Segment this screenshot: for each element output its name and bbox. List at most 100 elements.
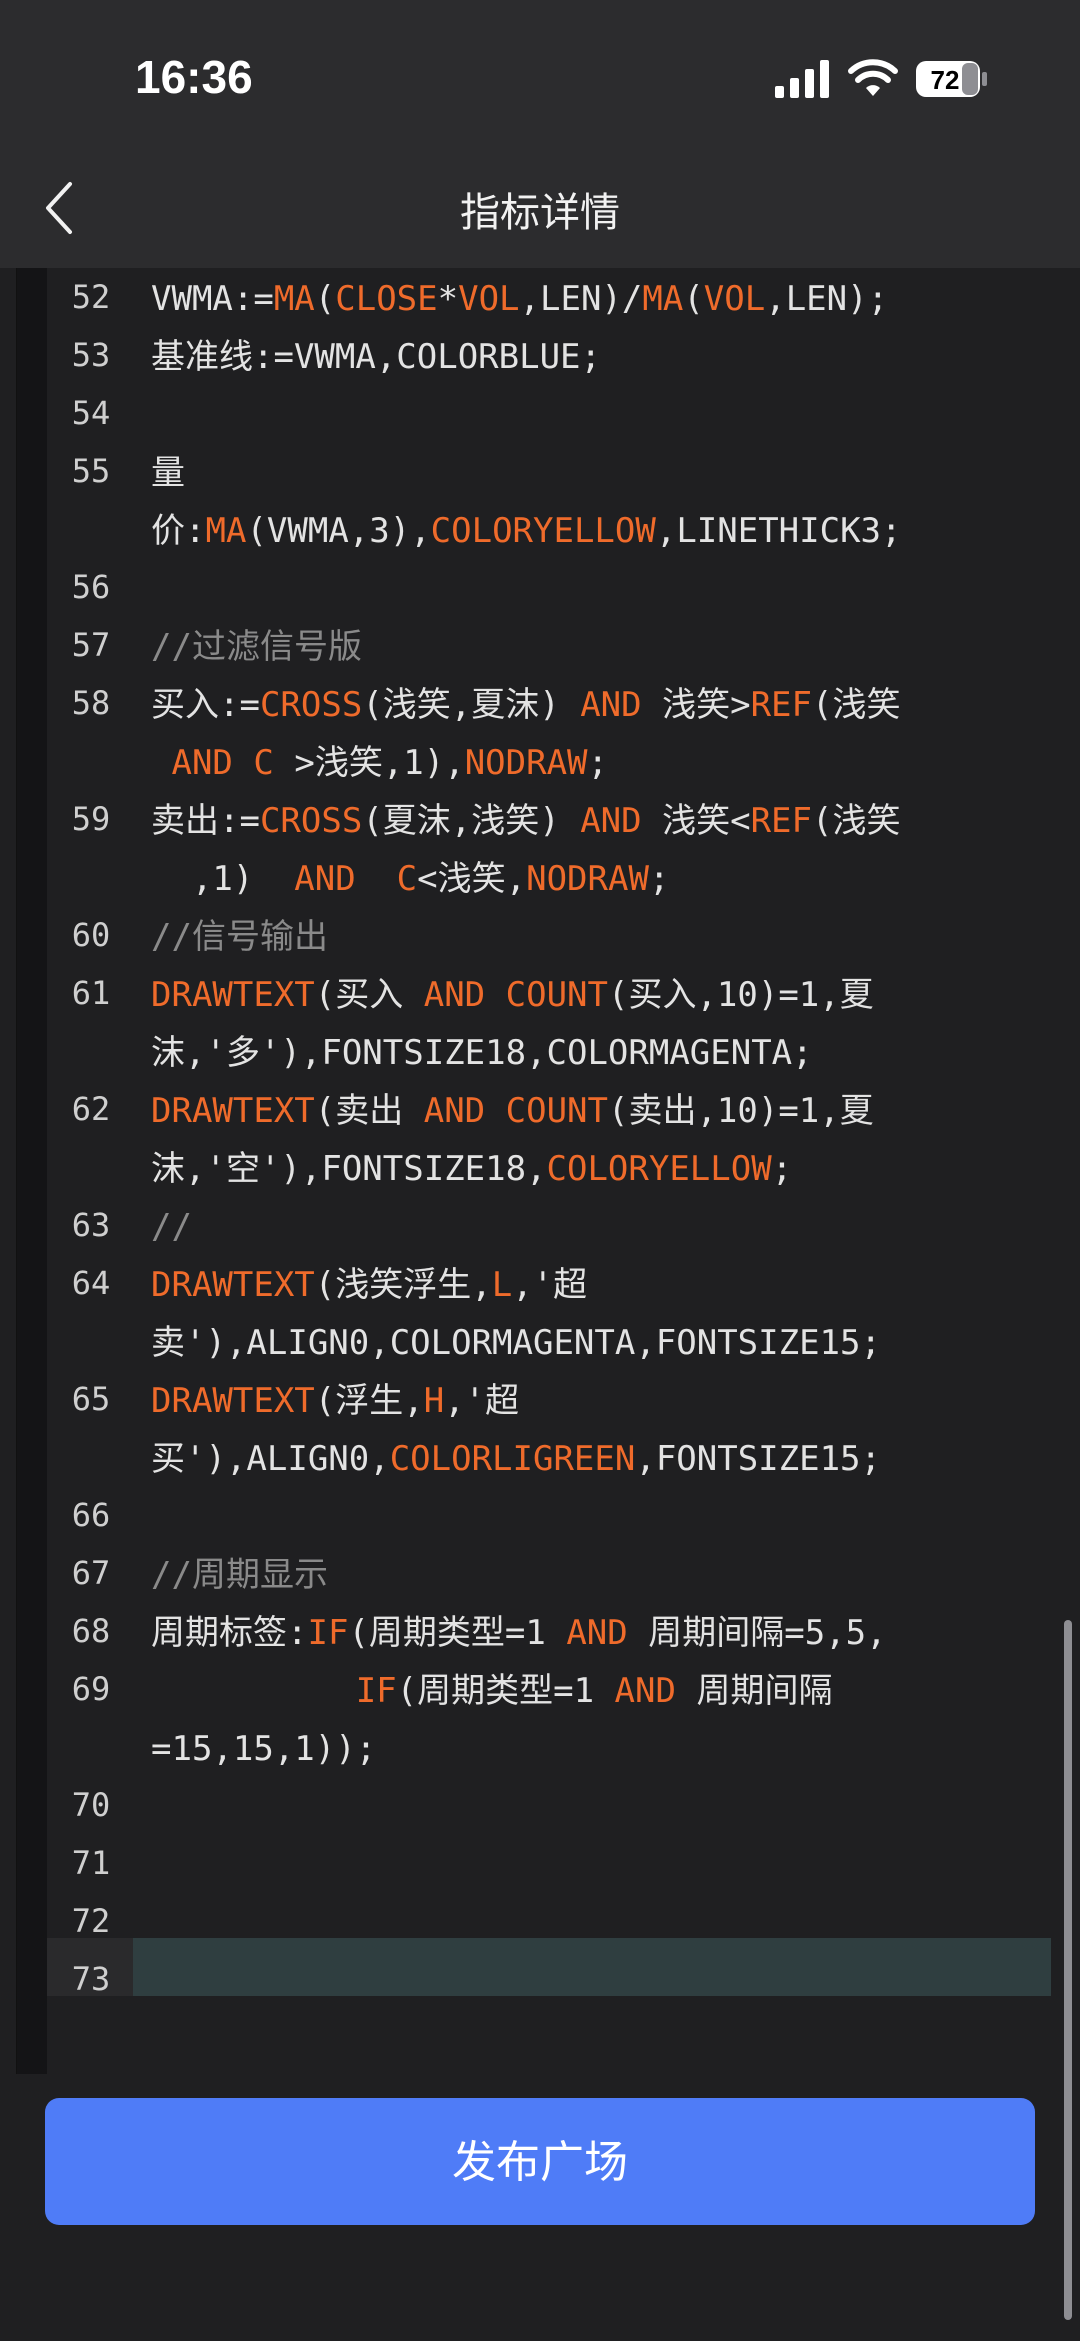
code-token: (周期类型=1	[396, 1671, 615, 1711]
code-token: ,'超	[512, 1265, 588, 1305]
code-text: //信号输出	[151, 908, 1031, 966]
code-line: 67 //周期显示	[17, 1546, 1057, 1604]
code-token: (浅笑浮生,	[314, 1265, 492, 1305]
line-number: 62	[71, 1090, 111, 1128]
status-bar: 16:36 72	[0, 0, 1080, 160]
code-token: ,LEN);	[765, 279, 889, 319]
code-text: //周期显示	[151, 1546, 1031, 1604]
code-token: (夏沫,浅笑)	[362, 801, 581, 841]
code-text: //	[151, 1198, 1031, 1256]
code-token: =15,15,1));	[151, 1729, 377, 1769]
code-line: 63 //	[17, 1198, 1057, 1256]
line-number: 70	[71, 1786, 111, 1824]
code-token: (卖出,10)=1,夏	[607, 1091, 874, 1131]
publish-plaza-button[interactable]: 发布广场	[45, 2098, 1035, 2225]
code-keyword: H	[423, 1381, 445, 1421]
code-line: 73	[17, 1952, 1057, 2010]
code-keyword: COUNT	[505, 975, 608, 1015]
code-token: 浅笑<	[641, 801, 751, 841]
wifi-icon	[848, 59, 898, 96]
cellular-signal-icon	[775, 60, 829, 98]
code-token: 沫,'多'),FONTSIZE18,COLORMAGENTA;	[151, 1033, 813, 1073]
code-line: 72	[17, 1894, 1057, 1952]
code-token: 价:	[151, 511, 206, 551]
code-line: 60 //信号输出	[17, 908, 1057, 966]
line-number: 58	[71, 684, 111, 722]
code-text: AND C >浅笑,1),NODRAW;	[151, 734, 1031, 792]
code-token: (买入	[314, 975, 424, 1015]
code-line: 66	[17, 1488, 1057, 1546]
line-number: 61	[71, 974, 111, 1012]
code-token: 量	[151, 453, 185, 493]
line-number: 56	[71, 568, 111, 606]
code-text: 周期标签:IF(周期类型=1 AND 周期间隔=5,5,	[151, 1604, 1031, 1662]
code-text: 沫,'多'),FONTSIZE18,COLORMAGENTA;	[151, 1024, 1031, 1082]
line-number: 71	[71, 1844, 111, 1882]
code-line: 64 DRAWTEXT(浅笑浮生,L,'超 卖'),ALIGN0,COLORMAGE…	[17, 1256, 1057, 1372]
code-token: VWMA:=	[151, 279, 274, 319]
code-line: 54	[17, 386, 1057, 444]
code-token: 沫,'空'),FONTSIZE18,	[151, 1149, 547, 1189]
code-keyword: AND	[423, 975, 486, 1015]
code-text: 基准线:=VWMA,COLORBLUE;	[151, 328, 1031, 386]
code-keyword: CROSS	[259, 685, 363, 725]
code-token: 买'),ALIGN0,	[151, 1439, 390, 1479]
code-token: 浅笑>	[641, 685, 751, 725]
code-token: ,LEN)/	[519, 279, 643, 319]
code-keyword: MA	[642, 279, 684, 319]
line-number: 52	[71, 278, 111, 316]
line-number: 60	[71, 916, 111, 954]
code-line: 58 买入:=CROSS(浅笑,夏沫) AND 浅笑>REF(浅笑 AND C >…	[17, 676, 1057, 792]
code-line: 71	[17, 1836, 1057, 1894]
code-line: 69 IF(周期类型=1 AND 周期间隔 =15,15,1));	[17, 1662, 1057, 1778]
code-token: >浅笑,1),	[273, 743, 465, 783]
code-keyword: IF	[307, 1613, 349, 1653]
line-number: 64	[71, 1264, 111, 1302]
code-line: 53 基准线:=VWMA,COLORBLUE;	[17, 328, 1057, 386]
code-token: ,1)	[151, 859, 295, 899]
line-number: 72	[71, 1902, 111, 1940]
code-keyword: REF	[750, 801, 812, 841]
code-text: VWMA:=MA(CLOSE*VOL,LEN)/MA(VOL,LEN);	[151, 270, 1031, 328]
line-number: 57	[71, 626, 111, 664]
code-line: 59 卖出:=CROSS(夏沫,浅笑) AND 浅笑<REF(浅笑 ,1) AND…	[17, 792, 1057, 908]
code-line: 68 周期标签:IF(周期类型=1 AND 周期间隔=5,5,	[17, 1604, 1057, 1662]
code-text: DRAWTEXT(浮生,H,'超	[151, 1372, 1031, 1430]
code-line: 52 VWMA:=MA(CLOSE*VOL,LEN)/MA(VOL,LEN);	[17, 270, 1057, 328]
code-keyword: DRAWTEXT	[151, 1091, 315, 1131]
code-keyword: COLORYELLOW	[546, 1149, 772, 1189]
code-line: 61 DRAWTEXT(买入 AND COUNT(买入,10)=1,夏 沫,'多')…	[17, 966, 1057, 1082]
code-token: (	[683, 279, 704, 319]
code-keyword: MA	[273, 279, 315, 319]
code-keyword: CROSS	[259, 801, 363, 841]
code-line: 57 //过滤信号版	[17, 618, 1057, 676]
code-text: 量	[151, 444, 1031, 502]
code-keyword: NODRAW	[526, 859, 649, 899]
code-keyword: REF	[750, 685, 812, 725]
code-text: 沫,'空'),FONTSIZE18,COLORYELLOW;	[151, 1140, 1031, 1198]
code-comment: //	[151, 1207, 192, 1247]
line-number: 63	[71, 1206, 111, 1244]
code-line: 56	[17, 560, 1057, 618]
code-token: (卖出	[314, 1091, 424, 1131]
code-text: DRAWTEXT(买入 AND COUNT(买入,10)=1,夏	[151, 966, 1031, 1024]
code-keyword: COLORYELLOW	[430, 511, 656, 551]
code-token: (VWMA,3),	[246, 511, 431, 551]
line-number: 54	[71, 394, 111, 432]
code-token: (浅笑	[812, 801, 901, 841]
code-editor[interactable]: 52 VWMA:=MA(CLOSE*VOL,LEN)/MA(VOL,LEN); 53…	[16, 268, 1064, 2074]
code-token: (浅笑,夏沫)	[362, 685, 581, 725]
code-token: ,'超	[444, 1381, 520, 1421]
code-keyword: AND	[580, 685, 642, 725]
code-token: (浮生,	[314, 1381, 424, 1421]
battery-level: 72	[931, 65, 960, 95]
line-number: 59	[71, 800, 111, 838]
code-line: 65 DRAWTEXT(浮生,H,'超 买'),ALIGN0,COLORLIGREE…	[17, 1372, 1057, 1488]
code-token: (	[314, 279, 336, 319]
scrollbar[interactable]	[1064, 1620, 1072, 2320]
code-token: 买入:=	[151, 685, 260, 725]
code-token: 周期标签:	[151, 1613, 308, 1653]
code-token: *	[437, 279, 459, 319]
